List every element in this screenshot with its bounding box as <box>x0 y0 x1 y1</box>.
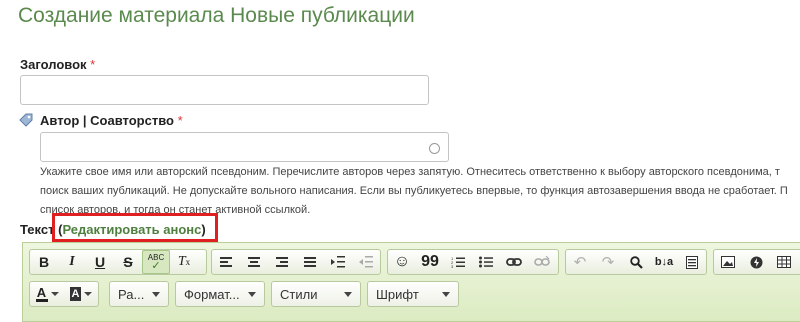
title-label-text: Заголовок <box>20 57 87 72</box>
link-icon[interactable] <box>500 250 528 274</box>
align-left-icon[interactable] <box>212 250 240 274</box>
insert-group: ☺ 99 123 <box>387 249 559 275</box>
chevron-down-icon <box>344 291 352 297</box>
align-right-icon[interactable] <box>268 250 296 274</box>
styles-select-value: Стили <box>280 286 318 302</box>
image-icon[interactable] <box>714 250 742 274</box>
author-input[interactable] <box>40 132 449 162</box>
replace-icon[interactable]: b↓a <box>650 250 678 274</box>
chevron-down-icon <box>50 292 59 296</box>
chevron-down-icon <box>84 292 93 296</box>
text-color-icon: A <box>35 284 48 302</box>
align-center-icon[interactable] <box>240 250 268 274</box>
redo-icon[interactable]: ↷ <box>594 250 622 274</box>
tag-icon <box>19 113 33 127</box>
edit-group: ↶ ↷ b↓a <box>565 249 707 275</box>
bg-color-icon: A <box>69 287 82 301</box>
bg-color-button[interactable]: A <box>64 282 98 306</box>
outdent-icon[interactable] <box>352 250 380 274</box>
required-mark: * <box>90 57 96 72</box>
author-help-text: Укажите свое имя или авторский псевдоним… <box>40 163 800 220</box>
table-icon[interactable] <box>770 250 798 274</box>
text-color-letter: A <box>36 284 47 300</box>
author-label-text: Автор | Соавторство <box>40 113 174 128</box>
format-group: B I U S ABC ✓ Tx <box>29 249 207 275</box>
title-label: Заголовок * <box>20 57 95 72</box>
align-group <box>211 249 381 275</box>
undo-icon[interactable]: ↶ <box>566 250 594 274</box>
text-color-button[interactable]: A <box>30 282 64 306</box>
chevron-down-icon <box>248 291 256 297</box>
remove-format-text: T <box>177 254 186 269</box>
chevron-down-icon <box>152 291 160 297</box>
svg-text:3: 3 <box>451 264 454 268</box>
italic-button[interactable]: I <box>58 250 86 274</box>
underline-button[interactable]: U <box>86 250 114 274</box>
bold-button[interactable]: B <box>30 250 58 274</box>
title-input[interactable] <box>20 75 429 105</box>
unlink-icon[interactable] <box>528 250 556 274</box>
required-mark: * <box>177 113 183 128</box>
bullet-list-icon[interactable] <box>472 250 500 274</box>
autocomplete-indicator-icon <box>429 143 440 154</box>
highlight-box <box>52 213 218 242</box>
smiley-icon[interactable]: ☺ <box>388 250 416 274</box>
check-icon: ✓ <box>151 260 161 272</box>
format-select[interactable]: Формат... <box>175 281 265 307</box>
paragraph-select-value: Ра... <box>118 286 145 302</box>
flash-icon[interactable] <box>742 250 770 274</box>
page-title: Создание материала Новые публикации <box>18 4 415 27</box>
text-color-swatch <box>35 298 48 302</box>
color-group: A A <box>29 281 99 307</box>
spellcheck-button[interactable]: ABC ✓ <box>142 250 170 274</box>
font-select-value: Шрифт <box>376 286 419 302</box>
help-line: Укажите свое имя или авторский псевдоним… <box>40 166 780 178</box>
blockquote-button[interactable]: 99 <box>416 250 444 274</box>
indent-icon[interactable] <box>324 250 352 274</box>
text-label-text: Текст <box>20 222 55 237</box>
select-all-icon[interactable] <box>678 250 706 274</box>
editor-toolbar: B I U S ABC ✓ Tx ☺ 99 123 ↶ ↷ b↓a A A Ра… <box>22 242 800 322</box>
remove-x-icon: x <box>185 257 191 267</box>
numbered-list-icon[interactable]: 123 <box>444 250 472 274</box>
search-icon[interactable] <box>622 250 650 274</box>
styles-select[interactable]: Стили <box>271 281 361 307</box>
chevron-down-icon <box>442 291 450 297</box>
author-label: Автор | Соавторство * <box>40 113 183 128</box>
font-select[interactable]: Шрифт <box>367 281 459 307</box>
format-select-value: Формат... <box>184 286 240 302</box>
strikethrough-button[interactable]: S <box>114 250 142 274</box>
remove-format-button[interactable]: Tx <box>170 250 198 274</box>
media-group <box>713 249 800 275</box>
help-line: поиск ваших публикаций. Не допускайте во… <box>40 185 788 197</box>
justify-icon[interactable] <box>296 250 324 274</box>
paragraph-select[interactable]: Ра... <box>109 281 169 307</box>
